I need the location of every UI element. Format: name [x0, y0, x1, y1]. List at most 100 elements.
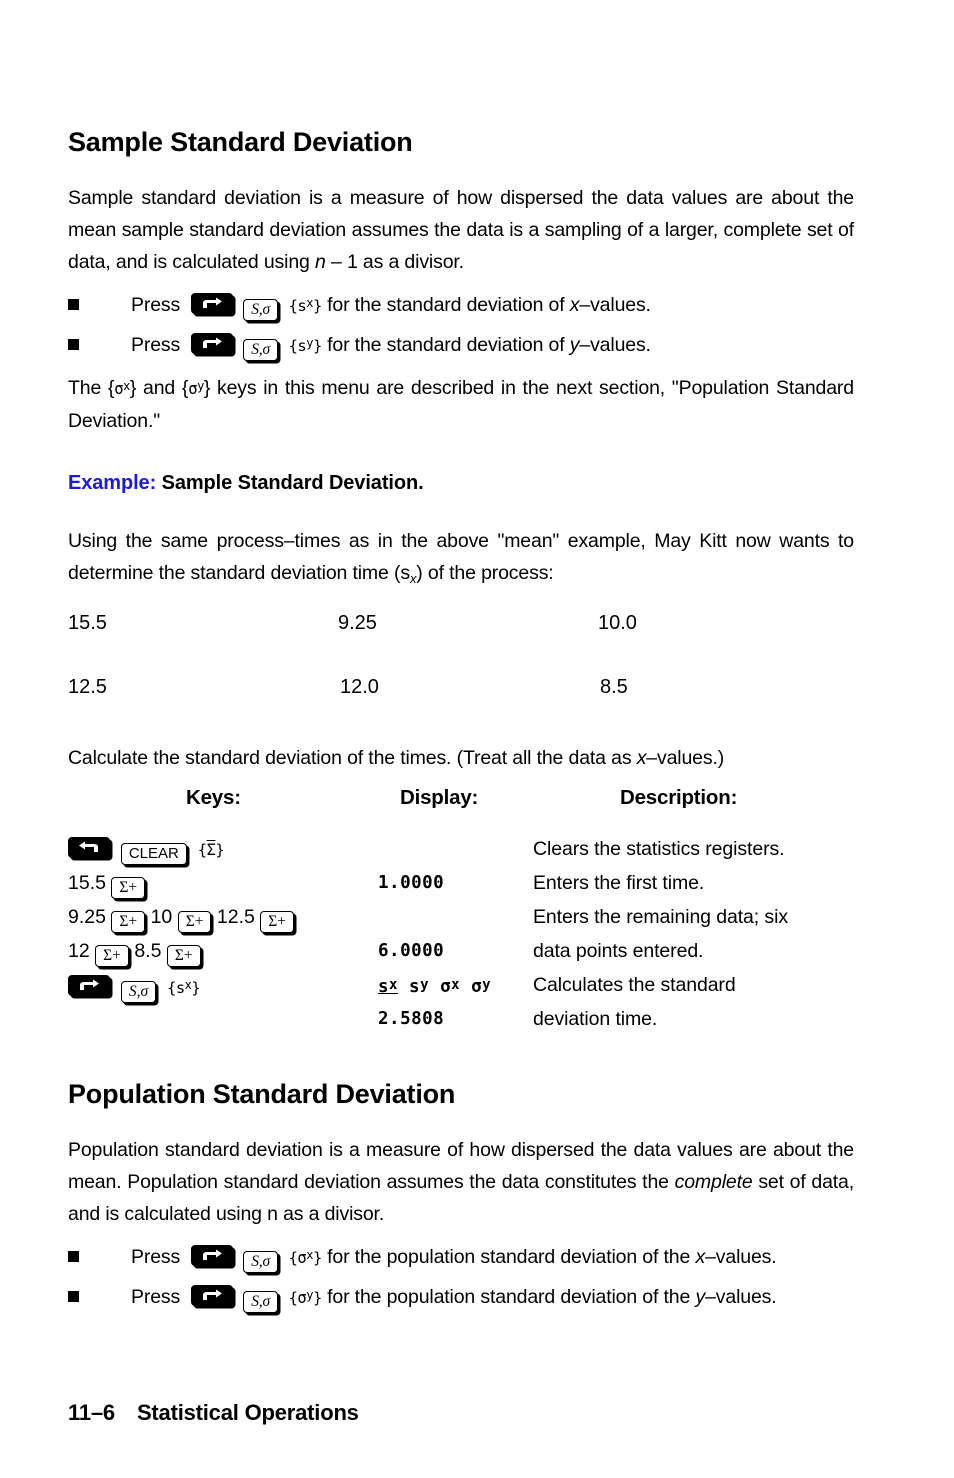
menu-label-sigma-y: σy	[188, 379, 204, 398]
menu-label-sy: {sy}	[288, 336, 323, 355]
section-heading-population-standard-deviation: Population Standard Deviation	[68, 1079, 456, 1109]
right-turn-arrow-icon	[202, 1249, 222, 1260]
right-shift-key-icon[interactable]	[68, 975, 110, 996]
data-value: 8.5	[600, 676, 628, 698]
s-sigma-key[interactable]: S,σ	[243, 339, 279, 361]
menu-label-sigma-char: Σ	[206, 841, 216, 859]
table-row: 2.5808 deviation time.	[68, 1002, 854, 1036]
press-label: Press	[131, 334, 181, 356]
menu-label-sx-main: s	[175, 979, 185, 997]
bullet-tail-pre: for the standard deviation of	[321, 294, 570, 316]
s-sigma-key-label: S,σ	[251, 1253, 271, 1270]
right-shift-key-icon[interactable]	[190, 1285, 233, 1306]
bullet-item-sigma-y: Press S,σ {σy} for the population standa…	[68, 1281, 854, 1313]
sigma-plus-key[interactable]: Σ+	[260, 911, 295, 933]
menu-label-sy-sup: y	[306, 336, 313, 350]
example-label: Example:	[68, 472, 157, 494]
keys-cell: 12 Σ+ 8.5 Σ+	[68, 934, 201, 968]
bullet-item-sy: Press S,σ {sy} for the standard deviatio…	[68, 329, 854, 361]
menu-label-sigma-x-main: σ	[297, 1249, 307, 1267]
display-cell: 1.0000	[378, 873, 445, 893]
italic-n: n	[315, 251, 326, 273]
process-times-data-grid: 15.5 9.25 10.0 12.5 12.0 8.5	[68, 612, 854, 740]
lcd-sigmax-main: σ	[440, 977, 452, 997]
bullet-tail-pre: for the population standard deviation of…	[321, 1246, 696, 1268]
s-sigma-key-label: S,σ	[251, 1293, 271, 1310]
keys-cell: 15.5 Σ+	[68, 866, 146, 900]
menu-label-sigma-x: σx	[114, 379, 130, 398]
bullet-tail-italic: y	[695, 1286, 706, 1308]
data-value: 12.0	[340, 676, 379, 698]
clear-key[interactable]: CLEAR	[120, 843, 187, 865]
lcd-sy-sup: y	[420, 977, 430, 993]
table-row: 15.5 Σ+ 1.0000 Enters the first time.	[68, 866, 854, 900]
menu-label-sy-main: s	[297, 337, 307, 355]
sigma-plus-key-label: Σ+	[103, 947, 121, 964]
sigma-plus-key-label: Σ+	[119, 913, 138, 930]
keystroke-table-header: Keys: Display: Description:	[68, 786, 854, 820]
paragraph-example-intro: Using the same process–times as in the a…	[68, 525, 854, 595]
menu-label-sx-sup: x	[184, 978, 192, 992]
description-cell: Enters the first time.	[533, 872, 705, 894]
sigma-y-sup: y	[197, 379, 204, 393]
right-turn-arrow-icon	[80, 979, 99, 990]
menu-label-sx-sup: x	[306, 296, 313, 310]
data-value: 9.25	[338, 612, 377, 634]
description-cell: Clears the statistics registers.	[533, 838, 785, 860]
left-shift-key-icon[interactable]	[68, 837, 110, 858]
press-label: Press	[131, 1286, 181, 1308]
sigma-plus-key[interactable]: Σ+	[111, 911, 146, 933]
example-title: Sample Standard Deviation.	[161, 472, 424, 494]
data-row: 12.5 12.0 8.5	[68, 676, 854, 740]
right-shift-key-icon[interactable]	[190, 333, 233, 354]
data-row: 15.5 9.25 10.0	[68, 612, 854, 676]
table-row: S,σ {sx} sx sy σx σy Calculates the stan…	[68, 968, 854, 1004]
right-shift-key-icon[interactable]	[190, 293, 233, 314]
menu-label-sx: {sx}	[166, 978, 201, 997]
s-sigma-key-label: S,σ	[251, 301, 271, 318]
bullet-square-icon	[68, 1291, 79, 1302]
table-row: 12 Σ+ 8.5 Σ+ 6.0000 data points entered.	[68, 934, 854, 968]
s-sigma-key[interactable]: S,σ	[120, 981, 157, 1003]
note-mid: } and {	[129, 377, 189, 399]
sigma-plus-key[interactable]: Σ+	[95, 945, 129, 967]
footer-page-number: 11–6	[68, 1400, 115, 1425]
sigma-plus-key[interactable]: Σ+	[166, 945, 201, 967]
bullet-tail-pre: for the standard deviation of	[321, 334, 570, 356]
paragraph-sigma-note: The {σx} and {σy} keys in this menu are …	[68, 370, 854, 437]
lcd-sx-main: s	[378, 977, 390, 997]
s-sigma-key[interactable]: S,σ	[243, 1251, 279, 1273]
bullet-tail-pre: for the population standard deviation of…	[321, 1286, 696, 1308]
keys-cell: 9.25 Σ+ 10 Σ+ 12.5 Σ+	[68, 900, 295, 934]
right-shift-key-icon[interactable]	[190, 1245, 233, 1266]
press-label: Press	[131, 1246, 181, 1268]
menu-label-sigma-y-sup: y	[306, 1288, 313, 1302]
section-heading-sample-standard-deviation: Sample Standard Deviation	[68, 127, 413, 157]
bullet-item-sx: Press S,σ {sx} for the standard deviatio…	[68, 289, 854, 321]
table-row: 9.25 Σ+ 10 Σ+ 12.5 Σ+ Enters the remaini…	[68, 900, 854, 934]
sigma-plus-key[interactable]: Σ+	[177, 911, 212, 933]
paragraph-sample-intro: Sample standard deviation is a measure o…	[68, 182, 854, 278]
sigma-plus-key[interactable]: Σ+	[111, 877, 146, 899]
s-sigma-key[interactable]: S,σ	[243, 299, 279, 321]
sigma-plus-key-label: Σ+	[174, 947, 193, 964]
bullet-tail-post: –values.	[705, 1286, 777, 1308]
display-cell-menu: sx sy σx σy	[378, 968, 491, 1004]
sigma-plus-key-label: Σ+	[268, 913, 287, 930]
lcd-sigmax-sup: x	[451, 977, 461, 993]
s-sigma-key[interactable]: S,σ	[243, 1291, 279, 1313]
example-heading: Example: Sample Standard Deviation.	[68, 472, 424, 495]
lcd-menu-item-sy: sy	[409, 977, 429, 997]
calc-instruction-post: –values.)	[646, 747, 725, 769]
column-header-description: Description:	[620, 786, 738, 809]
sigma-plus-key-label: Σ+	[119, 879, 138, 896]
calc-instruction-pre: Calculate the standard deviation of the …	[68, 747, 637, 769]
description-cell: Enters the remaining data; six	[533, 906, 788, 928]
lcd-sx-sup: x	[389, 977, 398, 993]
menu-label-sigma-x: {σx}	[288, 1248, 323, 1267]
right-turn-arrow-icon	[202, 1289, 222, 1300]
key-entry-value: 12.5	[216, 906, 255, 928]
bullet-tail-post: –values.	[705, 1246, 777, 1268]
lcd-menu-item-sigmay: σy	[471, 977, 491, 997]
display-cell: 6.0000	[378, 941, 445, 961]
